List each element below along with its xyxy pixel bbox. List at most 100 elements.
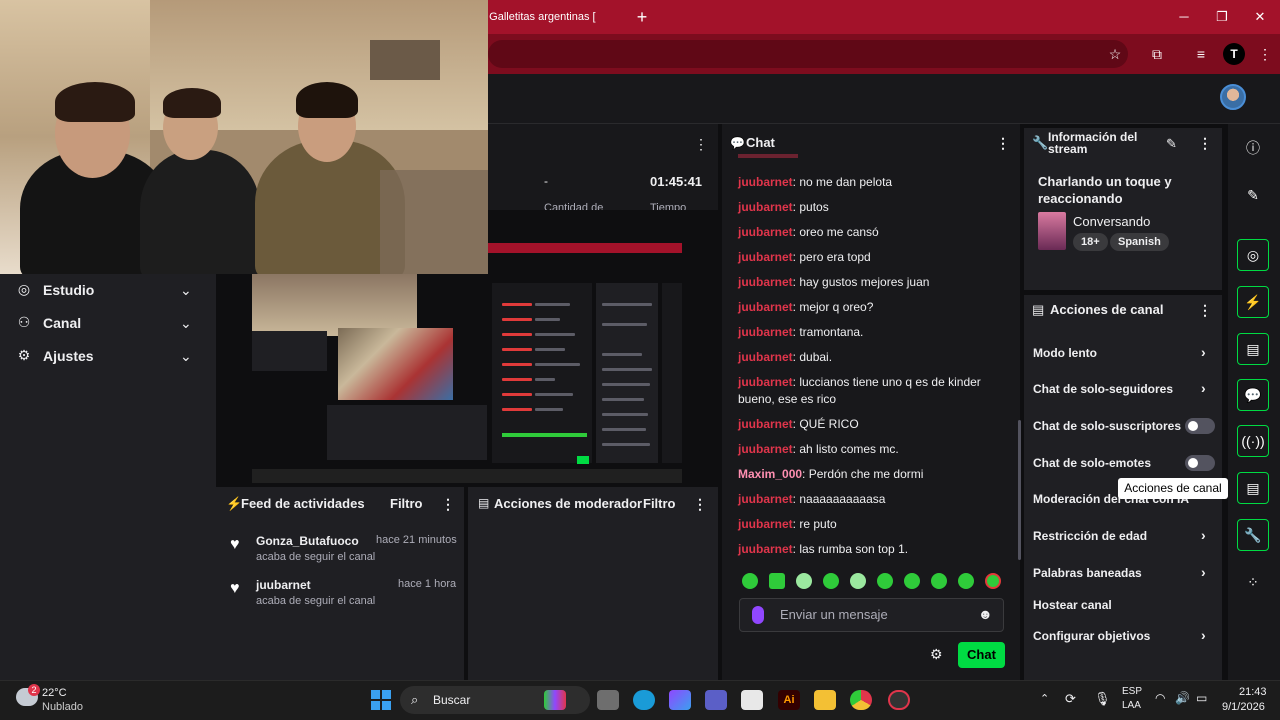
stream-info-more-icon[interactable]: ⋮ <box>1198 135 1212 152</box>
add-widget-icon[interactable]: ⁘ <box>1245 574 1261 590</box>
action-host-channel[interactable]: Hostear canal <box>1033 598 1112 612</box>
emotes-only-toggle[interactable] <box>1185 455 1215 471</box>
chat-username[interactable]: juubarnet <box>738 375 793 389</box>
pencil-icon[interactable]: ✎ <box>1245 187 1261 203</box>
new-tab-button[interactable]: + <box>632 6 652 28</box>
chat-username[interactable]: juubarnet <box>738 350 793 364</box>
chrome-icon[interactable] <box>850 690 872 710</box>
document-quick-button[interactable]: ▤ <box>1237 333 1269 365</box>
emote-icon[interactable] <box>904 573 920 589</box>
tag[interactable]: 18+ <box>1073 233 1108 251</box>
file-explorer-icon[interactable] <box>814 690 836 710</box>
windows-start-icon[interactable] <box>371 690 391 710</box>
clock-date[interactable]: 9/1/2026 <box>1222 701 1265 713</box>
stats-more-icon[interactable]: ⋮ <box>694 136 708 153</box>
media-control-icon[interactable]: ≡ <box>1190 43 1212 65</box>
microphone-icon[interactable] <box>752 606 764 624</box>
action-configure-goals[interactable]: Configurar objetivos <box>1033 629 1150 643</box>
chevron-right-icon[interactable]: › <box>1201 627 1206 643</box>
task-view-icon[interactable] <box>597 690 619 710</box>
studio-quick-button[interactable]: ◎ <box>1237 239 1269 271</box>
battery-icon[interactable]: ▭ <box>1196 691 1207 705</box>
broadcast-quick-button[interactable]: ((·)) <box>1237 425 1269 457</box>
chat-username[interactable]: juubarnet <box>738 175 793 189</box>
channel-actions-more-icon[interactable]: ⋮ <box>1198 302 1212 319</box>
emote-icon[interactable] <box>850 573 866 589</box>
chat-quick-button[interactable]: 💬 <box>1237 379 1269 411</box>
stream-preview[interactable] <box>252 243 682 483</box>
mod-more-icon[interactable]: ⋮ <box>693 496 707 513</box>
chat-username[interactable]: juubarnet <box>738 417 793 431</box>
emote-icon[interactable] <box>985 573 1001 589</box>
volume-icon[interactable]: 🔊 <box>1175 691 1190 705</box>
chevron-right-icon[interactable]: › <box>1201 380 1206 396</box>
wrench-quick-button[interactable]: 🔧 <box>1237 519 1269 551</box>
activity-filter-button[interactable]: Filtro <box>390 496 423 511</box>
activity-user[interactable]: juubarnet <box>256 578 311 592</box>
browser-tab[interactable]: a Galletitas argentinas [ <box>480 0 626 34</box>
chat-username[interactable]: Maxim_000 <box>738 467 802 481</box>
copilot-icon[interactable] <box>669 690 691 710</box>
action-banned-words[interactable]: Palabras baneadas <box>1033 566 1142 580</box>
store-icon[interactable] <box>741 690 763 710</box>
chevron-right-icon[interactable]: › <box>1201 564 1206 580</box>
action-age-restriction[interactable]: Restricción de edad <box>1033 529 1147 543</box>
close-window-button[interactable]: ✕ <box>1248 6 1272 28</box>
chat-username[interactable]: juubarnet <box>738 225 793 239</box>
activity-more-icon[interactable]: ⋮ <box>441 496 455 513</box>
chevron-right-icon[interactable]: › <box>1201 344 1206 360</box>
maximize-button[interactable]: ❐ <box>1210 6 1234 28</box>
emote-icon[interactable] <box>796 573 812 589</box>
user-avatar[interactable] <box>1220 84 1246 110</box>
emote-icon[interactable] <box>769 573 785 589</box>
info-icon[interactable]: ⓘ <box>1245 140 1261 156</box>
browser-menu-icon[interactable]: ⋮ <box>1254 43 1276 65</box>
chat-more-icon[interactable]: ⋮ <box>996 135 1010 152</box>
mod-filter-button[interactable]: Filtro <box>643 496 676 511</box>
nav-item-studio[interactable]: ◎ Estudio ⌄ <box>0 274 216 307</box>
action-slow-mode[interactable]: Modo lento <box>1033 346 1097 360</box>
category-name[interactable]: Conversando <box>1073 214 1150 229</box>
subscribers-only-toggle[interactable] <box>1185 418 1215 434</box>
channel-actions-quick-button[interactable]: ▤ <box>1237 472 1269 504</box>
teams-icon[interactable] <box>705 690 727 710</box>
chat-username[interactable]: juubarnet <box>738 542 793 556</box>
chat-username[interactable]: juubarnet <box>738 517 793 531</box>
bookmark-star-icon[interactable]: ☆ <box>1104 43 1126 65</box>
obs-icon[interactable] <box>888 690 910 710</box>
minimize-button[interactable]: ─ <box>1172 6 1196 28</box>
edge-icon[interactable] <box>633 690 655 710</box>
nav-item-settings[interactable]: ⚙ Ajustes ⌄ <box>0 340 216 373</box>
emote-icon[interactable] <box>877 573 893 589</box>
chat-username[interactable]: juubarnet <box>738 200 793 214</box>
emote-icon[interactable] <box>742 573 758 589</box>
tag[interactable]: Spanish <box>1110 233 1169 251</box>
language-bottom[interactable]: LAA <box>1122 700 1141 711</box>
chat-send-button[interactable]: Chat <box>958 642 1005 668</box>
language-top[interactable]: ESP <box>1122 686 1142 697</box>
category-boxart[interactable] <box>1038 212 1066 250</box>
tray-chevron-icon[interactable]: ⌃ <box>1040 692 1049 705</box>
url-input[interactable] <box>488 40 1128 68</box>
chat-username[interactable]: juubarnet <box>738 300 793 314</box>
browser-profile-icon[interactable]: T <box>1223 43 1245 65</box>
emote-icon[interactable] <box>823 573 839 589</box>
chat-username[interactable]: juubarnet <box>738 275 793 289</box>
lightning-quick-button[interactable]: ⚡ <box>1237 286 1269 318</box>
edit-pencil-icon[interactable]: ✎ <box>1166 136 1177 152</box>
nav-item-channel[interactable]: ⚇ Canal ⌄ <box>0 307 216 340</box>
illustrator-icon[interactable]: Ai <box>778 690 800 710</box>
clock-time[interactable]: 21:43 <box>1239 686 1267 698</box>
wifi-icon[interactable]: ◠ <box>1155 691 1165 705</box>
chat-username[interactable]: juubarnet <box>738 250 793 264</box>
emoji-picker-icon[interactable]: ☻ <box>978 606 993 622</box>
emote-icon[interactable] <box>931 573 947 589</box>
activity-user[interactable]: Gonza_Butafuoco <box>256 534 359 548</box>
sync-icon[interactable]: ⟳ <box>1065 691 1076 707</box>
chat-username[interactable]: juubarnet <box>738 492 793 506</box>
chat-scrollbar[interactable] <box>1018 420 1021 560</box>
extensions-icon[interactable]: ⧉ <box>1146 43 1168 65</box>
chevron-right-icon[interactable]: › <box>1201 527 1206 543</box>
action-followers-only[interactable]: Chat de solo-seguidores <box>1033 382 1173 396</box>
chat-username[interactable]: juubarnet <box>738 325 793 339</box>
